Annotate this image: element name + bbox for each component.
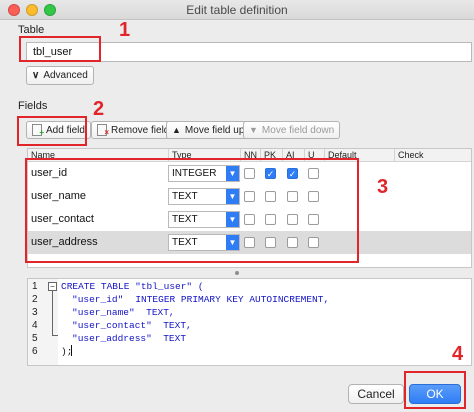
- sql-line-3: "user_name" TEXT,: [72, 307, 175, 318]
- line-number: 4: [32, 320, 38, 331]
- window-title: Edit table definition: [186, 3, 288, 17]
- line-number: 3: [32, 307, 38, 318]
- sql-column-name: "user_id": [72, 294, 124, 305]
- column-header-check[interactable]: Check: [394, 149, 471, 162]
- line-number: 6: [32, 346, 38, 357]
- arrow-up-icon: ▲: [172, 125, 181, 135]
- line-number: 5: [32, 333, 38, 344]
- move-field-down-button[interactable]: ▼ Move field down: [243, 121, 341, 139]
- annotation-box-2: [17, 116, 87, 146]
- remove-field-label: Remove field: [111, 124, 170, 136]
- move-field-up-button[interactable]: ▲ Move field up: [166, 121, 251, 139]
- line-number: 2: [32, 294, 38, 305]
- fold-toggle-icon[interactable]: −: [48, 282, 57, 291]
- sql-line-4: "user_contact" TEXT,: [72, 320, 192, 331]
- sql-line-1: CREATE TABLE "tbl_user" (: [61, 281, 204, 292]
- sql-line-5: "user_address" TEXT: [72, 333, 187, 344]
- annotation-number-2: 2: [93, 98, 105, 120]
- cancel-button[interactable]: Cancel: [348, 384, 404, 404]
- annotation-box-4: [404, 371, 466, 409]
- chevron-down-icon: ∨: [32, 70, 40, 81]
- annotation-number-1: 1: [119, 19, 131, 41]
- advanced-toggle-button[interactable]: ∨ Advanced: [26, 66, 94, 85]
- annotation-number-4: 4: [452, 343, 464, 365]
- sql-text: "tbl_user" (: [129, 281, 204, 292]
- annotation-box-1: [19, 36, 101, 62]
- sql-keyword: CREATE TABLE: [61, 281, 130, 292]
- sql-preview[interactable]: 1 2 3 4 5 6 − CREATE TABLE "tbl_user" ( …: [27, 278, 472, 366]
- move-field-down-label: Move field down: [261, 124, 335, 136]
- text-cursor: [71, 345, 72, 356]
- title-bar: Edit table definition: [0, 0, 474, 20]
- fold-guide-line: [52, 291, 53, 336]
- sql-keyword: INTEGER PRIMARY KEY AUTOINCREMENT,: [135, 294, 330, 305]
- advanced-label: Advanced: [43, 70, 88, 81]
- line-number-gutter: 1 2 3 4 5 6 −: [28, 279, 58, 365]
- line-number: 1: [32, 281, 38, 292]
- table-section-label: Table: [18, 24, 45, 36]
- remove-field-icon: ×: [97, 124, 109, 137]
- annotation-number-3: 3: [377, 176, 389, 198]
- remove-field-button[interactable]: × Remove field: [91, 121, 176, 139]
- sql-line-2: "user_id" INTEGER PRIMARY KEY AUTOINCREME…: [72, 294, 329, 305]
- fold-guide-end: [52, 335, 58, 336]
- fields-section-label: Fields: [18, 100, 48, 112]
- arrow-down-icon: ▼: [249, 125, 258, 135]
- splitter-handle[interactable]: [235, 271, 239, 275]
- move-field-up-label: Move field up: [184, 124, 245, 136]
- annotation-box-3: [25, 158, 359, 263]
- cancel-label: Cancel: [357, 387, 395, 401]
